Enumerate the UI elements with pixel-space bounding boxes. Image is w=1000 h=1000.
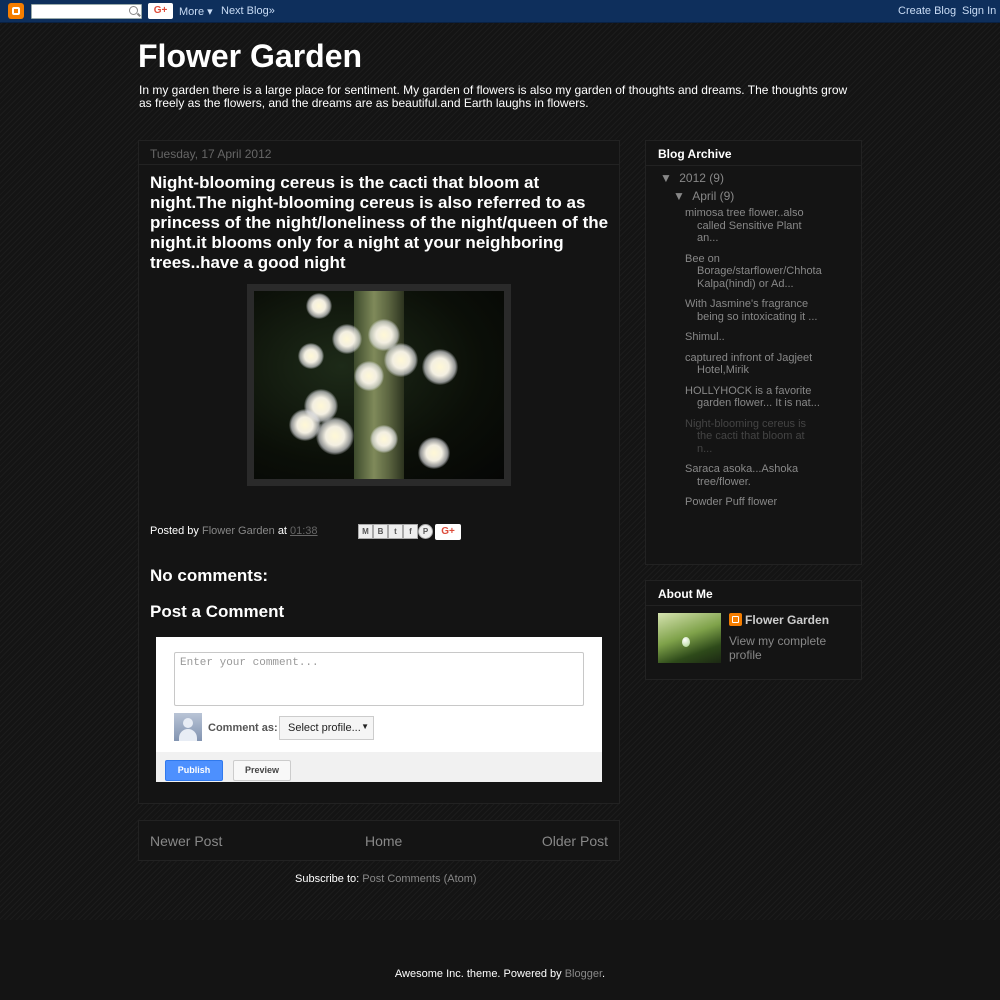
archive-post-link[interactable]: Bee on Borage/starflower/Chhota Kalpa(hi… [685,253,822,291]
profile-select-value: Select profile... [288,722,361,734]
blog-title[interactable]: Flower Garden [138,38,362,75]
no-comments-heading: No comments: [150,566,269,585]
dropdown-caret-icon: ▼ [361,722,369,731]
newer-post-link[interactable]: Newer Post [150,833,222,849]
create-blog-link[interactable]: Create Blog [898,5,956,17]
google-plus-button[interactable]: G+ [148,3,173,19]
archive-post-current: Night-blooming cereus is the cacti that … [685,417,807,455]
google-plus-share-button[interactable]: G+ [435,524,461,540]
older-post-link[interactable]: Older Post [542,833,608,849]
post-timestamp-link[interactable]: 01:38 [290,525,318,537]
at-label: at [277,525,287,537]
collapse-arrow-icon[interactable]: ▼ [673,189,685,203]
post-comments-atom-link[interactable]: Post Comments (Atom) [362,873,476,885]
subscribe-line: Subscribe to: Post Comments (Atom) [295,873,477,885]
archive-year-count: (9) [709,171,724,185]
preview-button[interactable]: Preview [233,760,291,781]
email-share-icon[interactable]: M [358,524,373,539]
profile-select[interactable]: Select profile... ▼ [279,716,374,740]
archive-post-link[interactable]: Powder Puff flower [685,496,821,509]
archive-post-link[interactable]: mimosa tree flower..also called Sensitiv… [685,207,821,245]
footer-text: Awesome Inc. theme. Powered by [394,968,562,980]
collapse-arrow-icon[interactable]: ▼ [660,171,672,185]
archive-post-link[interactable]: Saraca asoka...Ashoka tree/flower. [685,463,821,488]
blogthis-share-icon[interactable]: B [373,524,388,539]
post-a-comment-heading: Post a Comment [150,602,285,621]
comment-form: Enter your comment... Comment as: Select… [156,637,602,782]
pinterest-share-icon[interactable]: P [418,524,433,539]
post-title[interactable]: Night-blooming cereus is the cacti that … [150,173,610,273]
subscribe-label: Subscribe to: [295,873,360,885]
blog-pager: Newer Post Home Older Post [138,820,620,861]
about-me-title: About Me [646,581,861,606]
page-footer: Awesome Inc. theme. Powered by Blogger. [0,920,1000,1000]
post-date: Tuesday, 17 April 2012 [139,141,619,165]
next-blog-link[interactable]: Next Blog» [221,5,275,17]
archive-year-2012[interactable]: ▼ 2012 (9) [660,171,724,185]
profile-name-link[interactable]: Flower Garden [745,613,829,627]
post-image-frame[interactable] [247,284,511,486]
photo-flower [418,437,450,469]
archive-post-link[interactable]: With Jasmine's fragrance being so intoxi… [685,298,821,323]
photo-flower [354,361,384,391]
twitter-share-icon[interactable]: t [388,524,403,539]
post-author-link[interactable]: Flower Garden [202,525,275,537]
blogger-link[interactable]: Blogger [565,968,602,980]
archive-month-april[interactable]: ▼ April (9) [673,189,734,203]
photo-flower [298,343,324,369]
commenter-avatar [174,713,202,741]
blogger-logo-icon[interactable] [8,3,24,19]
comment-button-bar: Publish Preview [156,752,602,782]
archive-post-link[interactable]: HOLLYHOCK is a favorite garden flower...… [685,385,821,410]
comment-textarea[interactable]: Enter your comment... [174,652,584,706]
archive-month-label[interactable]: April [692,189,716,203]
blog-archive-widget: Blog Archive ▼ 2012 (9) ▼ April (9) mimo… [645,140,862,565]
archive-month-count: (9) [719,189,735,203]
archive-year-label[interactable]: 2012 [679,171,706,185]
photo-flower [306,293,332,319]
comment-as-label: Comment as: [208,722,278,734]
night-blooming-cereus-photo[interactable] [254,291,504,479]
blog-archive-title: Blog Archive [646,141,861,166]
archive-post-link[interactable]: Shimul.. [685,331,821,344]
archive-post-link[interactable]: captured infront of Jagjeet Hotel,Mirik [685,352,821,377]
home-link[interactable]: Home [365,833,402,849]
blogger-profile-icon [729,613,742,626]
post-container: Tuesday, 17 April 2012 Night-blooming ce… [138,140,620,804]
publish-button[interactable]: Publish [165,760,223,781]
more-menu-button[interactable]: More ▾ [179,5,213,18]
photo-flower [422,349,458,385]
facebook-share-icon[interactable]: f [403,524,418,539]
photo-flower [316,417,354,455]
view-profile-link[interactable]: View my complete profile [729,634,861,662]
posted-by-label: Posted by [150,525,199,537]
search-icon[interactable] [129,6,138,15]
photo-flower [370,425,398,453]
about-me-widget: About Me Flower Garden View my complete … [645,580,862,680]
photo-flower [384,343,418,377]
archive-post-list: mimosa tree flower..also called Sensitiv… [685,207,822,517]
blog-description: In my garden there is a large place for … [139,83,848,110]
sign-in-link[interactable]: Sign In [962,5,996,17]
footer-period: . [602,968,606,980]
navbar-search-input[interactable] [31,4,142,19]
post-footer-line: Posted by Flower Garden at 01:38 [150,525,318,537]
blogger-navbar: G+ More ▾ Next Blog» Create Blog Sign In [0,0,1000,23]
footer-attribution: Awesome Inc. theme. Powered by Blogger. [0,968,1000,980]
photo-flower [332,324,362,354]
profile-photo[interactable] [658,613,721,663]
